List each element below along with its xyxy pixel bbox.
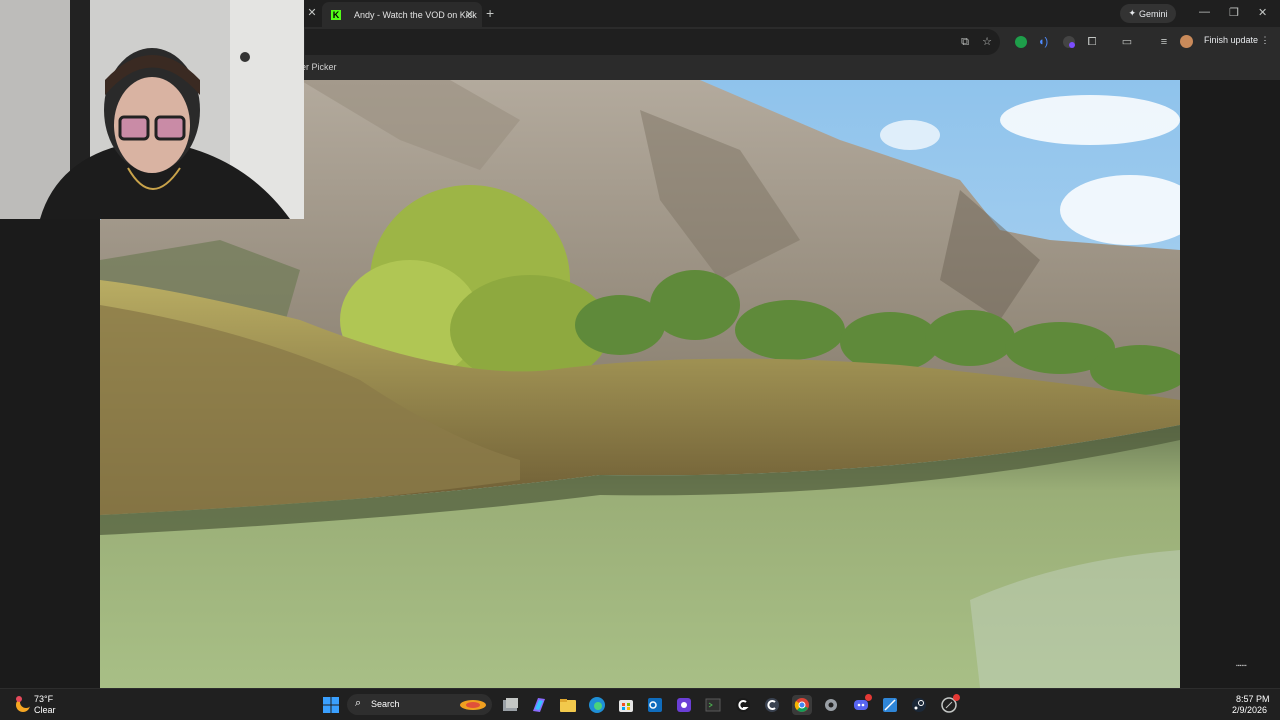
search-label: Search [371, 699, 400, 709]
ccleaner-icon[interactable] [762, 695, 782, 715]
minimize-button[interactable]: — [1199, 6, 1210, 18]
moon-weather-icon[interactable] [14, 695, 32, 713]
app-g-icon[interactable] [733, 695, 753, 715]
outlook-icon[interactable] [645, 695, 665, 715]
extension-icon[interactable] [1062, 35, 1076, 49]
steam-icon[interactable] [909, 695, 929, 715]
split-view-icon[interactable]: ▭ [1120, 35, 1134, 49]
clock-date[interactable]: 2/9/2026 [1232, 705, 1267, 715]
app-icon[interactable] [674, 695, 694, 715]
reading-list-icon[interactable]: ≡ [1157, 35, 1171, 49]
close-tab-icon[interactable]: ✕ [305, 6, 319, 20]
restore-button[interactable]: ❐ [1229, 6, 1239, 19]
profile-avatar-icon[interactable] [1180, 35, 1193, 48]
search-highlight-icon [460, 700, 486, 710]
terminal-icon[interactable] [703, 695, 723, 715]
gemini-label: Gemini [1139, 8, 1168, 19]
new-tab-button[interactable]: + [486, 5, 494, 21]
install-app-icon[interactable]: ⧉ [958, 35, 972, 49]
weather-temperature[interactable]: 73°F [34, 694, 53, 704]
video-watermark: ▪▪▪▪▪▪ [1236, 663, 1247, 669]
close-tab-icon[interactable]: ✕ [465, 8, 474, 21]
kick-logo-icon: K [331, 9, 341, 20]
start-windows-icon[interactable] [321, 695, 341, 715]
webcam-overlay [0, 0, 304, 219]
weather-condition[interactable]: Clear [34, 705, 56, 715]
settings-gear-icon[interactable] [821, 695, 841, 715]
store-icon[interactable] [616, 695, 636, 715]
file-explorer-icon[interactable] [558, 695, 578, 715]
chrome-icon[interactable] [792, 695, 812, 715]
audio-extension-icon[interactable]: ◖) [1036, 35, 1050, 49]
gemini-button[interactable]: ✦ Gemini [1120, 4, 1176, 23]
bookmark-item[interactable]: er Picker [301, 62, 337, 72]
sparkle-icon: ✦ [1128, 8, 1137, 18]
taskbar-search[interactable]: ⌕ Search [347, 694, 492, 715]
address-bar[interactable]: ⧉ ☆ [305, 29, 1000, 55]
copilot-icon[interactable] [529, 695, 549, 715]
task-view-icon[interactable] [500, 695, 520, 715]
windows-taskbar: 73°F Clear ⌕ Search 8:57 PM 2/9/2026 [0, 688, 1280, 720]
finish-update-label: Finish update [1204, 35, 1259, 45]
puzzle-extensions-icon[interactable]: ⧠ [1085, 35, 1099, 49]
image-app-icon[interactable] [880, 695, 900, 715]
tab-title: Andy - Watch the VOD on Kick [354, 9, 477, 20]
bookmark-star-icon[interactable]: ☆ [980, 35, 994, 49]
clock-time[interactable]: 8:57 PM [1236, 694, 1270, 704]
search-icon: ⌕ [355, 697, 362, 709]
extension-icon[interactable] [1014, 35, 1028, 49]
notification-badge [865, 694, 872, 701]
close-window-button[interactable]: ✕ [1258, 6, 1267, 19]
edge-icon[interactable] [587, 695, 607, 715]
notification-badge [953, 694, 960, 701]
browser-tab-kick[interactable]: K Andy - Watch the VOD on Kick ✕ [322, 2, 482, 27]
finish-update-button[interactable]: Finish update ⋮ [1204, 35, 1270, 46]
